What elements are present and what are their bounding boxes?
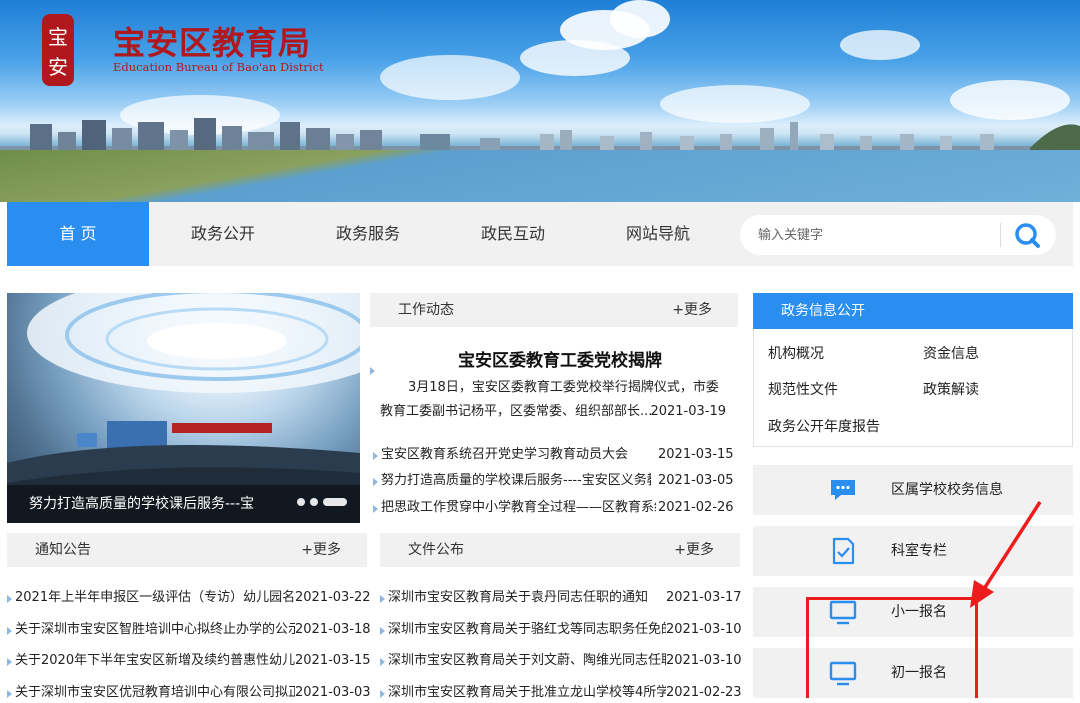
document-check-icon bbox=[832, 537, 855, 565]
featured-headline[interactable]: 宝安区委教育工委党校揭牌 bbox=[370, 346, 750, 371]
work-news-title: 工作动态 bbox=[398, 302, 454, 318]
work-news-header: 工作动态 +更多 bbox=[370, 293, 738, 327]
slide-dot[interactable] bbox=[297, 498, 305, 506]
annotation-highlight-box bbox=[806, 597, 978, 698]
list-item[interactable]: 努力打造高质量的学校课后服务----宝安区义务教 2021-03-05 bbox=[373, 471, 734, 491]
nav-item-site-map[interactable]: 网站导航 bbox=[587, 202, 729, 266]
district-seal-icon: 宝 安 bbox=[42, 14, 74, 86]
search-input[interactable] bbox=[758, 223, 988, 247]
gov-link-regulations[interactable]: 规范性文件 bbox=[768, 379, 838, 399]
gov-link-funding-info[interactable]: 资金信息 bbox=[923, 343, 979, 363]
svg-text:宝: 宝 bbox=[48, 25, 68, 49]
work-news-more-link[interactable]: +更多 bbox=[672, 293, 712, 327]
notices-more-link[interactable]: +更多 bbox=[301, 533, 341, 567]
list-item[interactable]: 深圳市宝安区教育局关于袁丹同志任职的通知 2021-03-17 bbox=[380, 588, 742, 608]
documents-more-link[interactable]: +更多 bbox=[674, 533, 714, 567]
search-divider bbox=[1000, 223, 1001, 247]
tile-label: 科室专栏 bbox=[891, 543, 947, 559]
notices-header: 通知公告 +更多 bbox=[7, 533, 367, 567]
chat-bubble-icon bbox=[831, 480, 855, 500]
list-item[interactable]: 2021年上半年申报区一级评估（专访）幼儿园名单 2021-03-22 bbox=[7, 588, 371, 608]
site-title[interactable]: 宝安区教育局 bbox=[113, 18, 311, 64]
annotation-arrow-icon bbox=[970, 501, 1042, 608]
featured-summary-date: 2021-03-19 bbox=[650, 404, 726, 419]
list-item[interactable]: 深圳市宝安区教育局关于批准立龙山学校等4所学 2021-02-23 bbox=[380, 683, 742, 703]
list-item[interactable]: 关于2020年下半年宝安区新增及续约普惠性幼儿园 2021-03-15 bbox=[7, 651, 371, 671]
list-item[interactable]: 深圳市宝安区教育局关于刘文蔚、陶维光同志任职 2021-03-10 bbox=[380, 651, 742, 671]
site-subtitle: Education Bureau of Bao'an District bbox=[113, 60, 324, 74]
gov-info-title: 政务信息公开 bbox=[753, 293, 1073, 329]
featured-summary[interactable]: 3月18日，宝安区委教育工委党校举行揭牌仪式，市委教育工委副书记杨平，区委常委、… bbox=[380, 376, 726, 424]
gov-info-panel: 政务信息公开 机构概况 资金信息 规范性文件 政策解读 政务公开年度报告 bbox=[753, 293, 1073, 447]
nav-item-gov-affairs[interactable]: 政务公开 bbox=[152, 202, 294, 266]
search-icon[interactable] bbox=[1012, 221, 1042, 249]
notices-title: 通知公告 bbox=[35, 542, 91, 558]
gov-link-annual-report[interactable]: 政务公开年度报告 bbox=[768, 416, 880, 436]
list-item[interactable]: 把思政工作贯穿中小学教育全过程——区教育系统 2021-02-26 bbox=[373, 498, 734, 518]
list-item[interactable]: 宝安区教育系统召开党史学习教育动员大会 2021-03-15 bbox=[373, 445, 734, 465]
slide-dot[interactable] bbox=[310, 498, 318, 506]
nav-item-gov-services[interactable]: 政务服务 bbox=[297, 202, 439, 266]
featured-bullet bbox=[370, 360, 380, 380]
list-item[interactable]: 深圳市宝安区教育局关于骆红戈等同志职务任免的 2021-03-10 bbox=[380, 620, 742, 640]
hero-slideshow[interactable]: 努力打造高质量的学校课后服务---宝 bbox=[7, 293, 360, 523]
notices-list: 2021年上半年申报区一级评估（专访）幼儿园名单 2021-03-22 关于深圳市… bbox=[7, 588, 371, 700]
gov-link-org-overview[interactable]: 机构概况 bbox=[768, 343, 824, 363]
list-item[interactable]: 关于深圳市宝安区优冠教育培训中心有限公司拟正 2021-03-03 bbox=[7, 683, 371, 703]
slide-indicators bbox=[297, 491, 352, 510]
nav-item-home[interactable]: 首 页 bbox=[7, 202, 149, 266]
search-box bbox=[740, 215, 1056, 255]
documents-list: 深圳市宝安区教育局关于袁丹同志任职的通知 2021-03-17 深圳市宝安区教育局… bbox=[380, 588, 742, 700]
list-item[interactable]: 关于深圳市宝安区智胜培训中心拟终止办学的公示 2021-03-18 bbox=[7, 620, 371, 640]
slide-dot-active[interactable] bbox=[323, 498, 347, 506]
bay-waterfront bbox=[0, 150, 1080, 202]
documents-title: 文件公布 bbox=[408, 542, 464, 558]
gov-link-policy-interpretation[interactable]: 政策解读 bbox=[923, 379, 979, 399]
work-news-list: 宝安区教育系统召开党史学习教育动员大会 2021-03-15 努力打造高质量的学校… bbox=[373, 445, 734, 525]
nav-item-interaction[interactable]: 政民互动 bbox=[442, 202, 584, 266]
svg-text:安: 安 bbox=[48, 55, 68, 79]
header-banner: 宝 安 宝安区教育局 Education Bureau of Bao'an Di… bbox=[0, 0, 1080, 202]
documents-header: 文件公布 +更多 bbox=[380, 533, 740, 567]
